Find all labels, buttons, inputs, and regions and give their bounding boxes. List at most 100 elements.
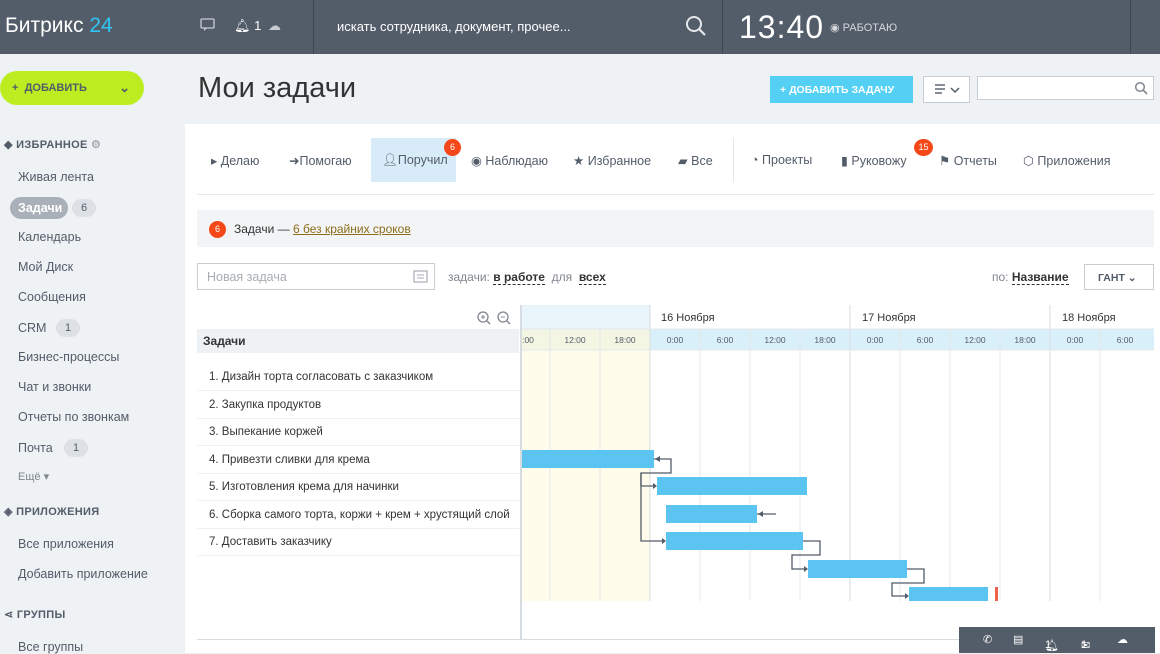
gear-icon[interactable]: ⚙ (91, 139, 101, 151)
plus-icon: + (12, 82, 19, 94)
work-status-button[interactable]: ◉ РАБОТАЮ (830, 21, 897, 34)
sidebar-item-tasks[interactable]: Задачи (10, 197, 68, 219)
gantt-task-row[interactable]: 6. Сборка самого торта, коржи + крем + х… (197, 502, 519, 529)
search-icon[interactable] (684, 14, 708, 43)
add-task-button[interactable]: + ДОБАВИТЬ ЗАДАЧУ (770, 76, 913, 103)
gantt-hour-label: 12:00 (564, 335, 586, 345)
zoom-out-icon[interactable] (496, 310, 512, 326)
top-bar: Битрикс 24 🔔︎ 1 ☁︎ искать сотрудника, до… (0, 0, 1160, 54)
apps-title-text: ПРИЛОЖЕНИЯ (16, 506, 100, 518)
tab-label: Помогаю (299, 154, 352, 168)
work-status-label: РАБОТАЮ (842, 22, 898, 34)
gantt-day-label: 17 Ноября (862, 312, 916, 324)
chevron-down-icon: ⌄ (119, 80, 130, 95)
add-task-label: ДОБАВИТЬ ЗАДАЧУ (789, 84, 895, 96)
view-mode-label: ГАНТ (1098, 272, 1125, 284)
tab-label: Поручил (397, 153, 448, 167)
main-content: Мои задачи + ДОБАВИТЬ ЗАДАЧУ ▸ Делаю ➜По… (185, 54, 1160, 653)
favorites-section-title[interactable]: ◆ ИЗБРАННОЕ ⚙ (4, 138, 101, 151)
form-icon[interactable] (413, 270, 428, 283)
cube-icon: ◈ (4, 506, 13, 518)
separator (313, 0, 314, 54)
gantt-hour-label: 12:00 (964, 335, 986, 345)
play-icon: ▸ (211, 154, 218, 168)
gantt-hour-label: 0:00 (667, 335, 684, 345)
sidebar-item-all-groups[interactable]: Все группы (18, 640, 83, 654)
add-button-label: ДОБАВИТЬ (24, 82, 87, 94)
tab-label: Проекты (762, 153, 813, 167)
im-notify-count: 1 (1045, 639, 1052, 651)
cloud-icon[interactable]: ☁︎ (1117, 633, 1128, 646)
list-view-menu-button[interactable] (923, 76, 970, 103)
tab-apps[interactable]: ⬡ Приложения (1023, 153, 1111, 168)
clock: 13:40 (739, 9, 825, 45)
sidebar-item-feed[interactable]: Живая лента (18, 170, 94, 184)
tab-label: Все (691, 154, 713, 168)
sidebar-item-calendar[interactable]: Календарь (18, 230, 81, 244)
sidebar-item-all-apps[interactable]: Все приложения (18, 537, 114, 551)
gantt-task-row[interactable]: 3. Выпекание коржей (197, 419, 519, 446)
cube-icon: ⬡ (1023, 154, 1034, 168)
apps-section-title[interactable]: ◈ ПРИЛОЖЕНИЯ (4, 505, 99, 518)
sidebar-item-messages[interactable]: Сообщения (18, 290, 86, 304)
global-search-input[interactable]: искать сотрудника, документ, прочее... (337, 19, 571, 34)
groups-section-title[interactable]: ⋖ ГРУППЫ (4, 608, 66, 621)
sidebar-item-bizproc[interactable]: Бизнес-процессы (18, 350, 119, 364)
separator (722, 0, 723, 54)
tab-reports[interactable]: ⚑ Отчеты (939, 153, 997, 168)
phone-icon[interactable]: ✆ (983, 633, 992, 646)
task-filter: задачи: в работе для всех (448, 270, 606, 285)
tab-label: Руковожу (851, 154, 907, 168)
filter-scope-link[interactable]: всех (578, 270, 606, 285)
gantt-hour-label: 18:00 (814, 335, 836, 345)
crm-count-badge: 1 (56, 319, 80, 337)
tab-watching[interactable]: ◉ Наблюдаю (471, 153, 548, 168)
tab-assigned[interactable]: 👤︎Поручил (382, 153, 448, 168)
notice-bar: 6 Задачи — 6 без крайних сроков (197, 210, 1154, 247)
share-icon: ⋖ (4, 609, 14, 621)
sidebar-item-crm[interactable]: CRM (18, 321, 46, 335)
sidebar-item-chat[interactable]: Чат и звонки (18, 380, 91, 394)
chevron-down-icon: ⌄ (1127, 272, 1137, 284)
filter-status-link[interactable]: в работе (493, 270, 545, 285)
tab-projects[interactable]: ◔ Проекты (751, 153, 812, 167)
sidebar: + ДОБАВИТЬ ⌄ ◆ ИЗБРАННОЕ ⚙ Живая лента З… (0, 54, 185, 654)
bitrix-logo[interactable]: Битрикс 24 (5, 14, 113, 38)
gantt-task-row[interactable]: 4. Привезти сливки для крема (197, 447, 519, 474)
no-deadline-link[interactable]: 6 без крайних сроков (293, 222, 411, 236)
search-icon[interactable] (1134, 81, 1148, 95)
tab-doing[interactable]: ▸ Делаю (211, 153, 259, 168)
gantt-hour-label: 6:00 (917, 335, 934, 345)
gantt-task-row[interactable]: 2. Закупка продуктов (197, 392, 519, 419)
sidebar-item-add-app[interactable]: Добавить приложение (18, 567, 148, 581)
flag-icon: ⚑ (939, 154, 951, 168)
groups-title-text: ГРУППЫ (16, 609, 66, 621)
chat-icon[interactable] (200, 18, 215, 35)
sidebar-item-call-reports[interactable]: Отчеты по звонкам (18, 410, 129, 424)
sort-field-link[interactable]: Название (1011, 270, 1069, 285)
sidebar-item-mail[interactable]: Почта (18, 441, 53, 455)
notifications-button[interactable]: 🔔︎ 1 (234, 18, 261, 34)
task-search-input[interactable] (977, 76, 1154, 100)
zoom-in-icon[interactable] (476, 310, 492, 326)
tab-favorites[interactable]: ★ Избранное (573, 153, 651, 168)
tab-managing[interactable]: ▮ Руковожу (841, 153, 907, 168)
compass-icon: ◔ (751, 153, 759, 167)
tab-label: Отчеты (953, 154, 997, 168)
plus-icon: + (780, 84, 787, 96)
sidebar-more-link[interactable]: Ещё ▾ (18, 470, 49, 483)
tab-helping[interactable]: ➜Помогаю (289, 153, 352, 168)
gantt-task-row[interactable]: 5. Изготовления крема для начинки (197, 474, 519, 501)
gantt-task-row[interactable]: 7. Доставить заказчику (197, 529, 519, 556)
new-task-input[interactable]: Новая задача (197, 263, 435, 290)
mail-count-badge: 1 (64, 439, 88, 457)
add-button[interactable]: + ДОБАВИТЬ ⌄ (0, 71, 144, 105)
gantt-task-row[interactable]: 1. Дизайн торта согласовать с заказчиком (197, 364, 519, 391)
gantt-view-button[interactable]: ГАНТ ⌄ (1084, 264, 1154, 290)
sidebar-item-disk[interactable]: Мой Диск (18, 260, 73, 274)
deadline-marker (995, 587, 998, 601)
record-icon: ◉ (830, 22, 840, 34)
cloud-icon[interactable]: ☁︎ (268, 18, 281, 34)
tab-all[interactable]: ▰ Все (678, 153, 713, 168)
chat-bubble-icon[interactable]: ▤ (1013, 633, 1023, 646)
